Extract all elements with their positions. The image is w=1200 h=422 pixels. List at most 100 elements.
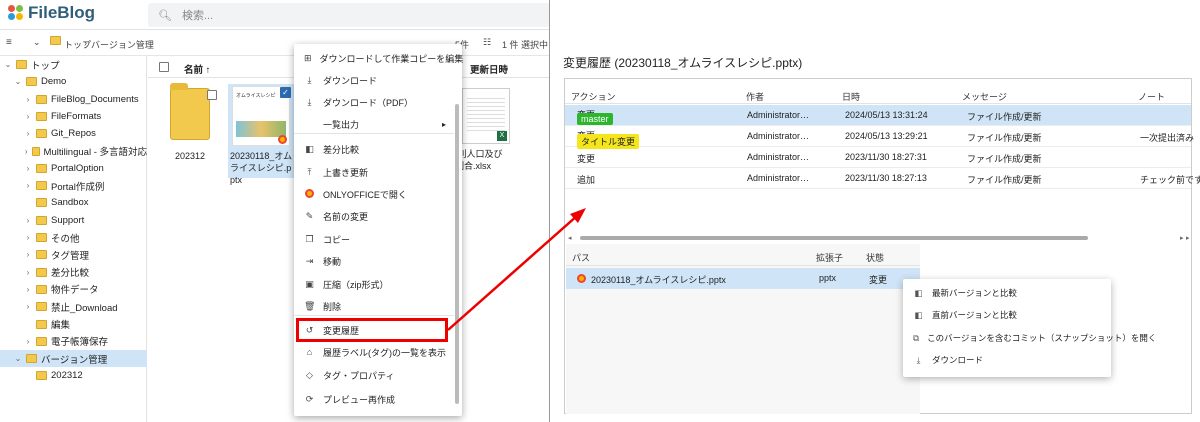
chevron-down-icon[interactable]: ⌄ bbox=[14, 77, 22, 86]
chevron-right-icon[interactable]: › bbox=[24, 129, 32, 138]
menu-item[interactable]: ❐ コピー bbox=[294, 228, 454, 250]
file-tile-xlsx[interactable]: X t別人口及び 割合.xlsx bbox=[455, 88, 518, 172]
select-all-checkbox[interactable] bbox=[159, 62, 169, 72]
col-path[interactable]: パス bbox=[572, 251, 590, 264]
chevron-right-icon[interactable]: › bbox=[24, 337, 32, 346]
col-action[interactable]: アクション bbox=[571, 90, 616, 103]
xlsx-thumbnail: X bbox=[462, 88, 510, 144]
tree-item[interactable]: › PortalOption bbox=[0, 160, 147, 177]
tree-item[interactable]: › Multilingual - 多言語対応 bbox=[0, 143, 147, 160]
chevron-down-icon[interactable]: ⌄ bbox=[33, 37, 41, 48]
file-tile-pptx[interactable]: オムライスレシピ ✓ 20230118_オムライスレシピ.pptx bbox=[228, 84, 294, 185]
history-menu-item[interactable]: ◧ 最新バージョンと比較 bbox=[903, 282, 1111, 304]
copy-icon: ❐ bbox=[305, 233, 314, 244]
col-ext[interactable]: 拡張子 bbox=[816, 251, 843, 264]
menu-item[interactable]: ◧ 差分比較 bbox=[294, 138, 454, 160]
menu-item[interactable]: ⊞ ダウンロードして作業コピーを編集 bbox=[294, 47, 463, 69]
compare-icon: ◧ bbox=[914, 309, 923, 320]
chevron-right-icon[interactable]: › bbox=[24, 95, 32, 104]
menu-item[interactable]: ⤓ ダウンロード bbox=[294, 69, 454, 91]
chevron-right-icon[interactable]: › bbox=[24, 302, 32, 311]
tree-item[interactable]: › タグ管理 bbox=[0, 246, 147, 263]
menu-item[interactable]: ⤓ ダウンロード（PDF） bbox=[294, 91, 454, 113]
tree-item-label: バージョン管理 bbox=[41, 354, 108, 366]
changed-file-row[interactable]: 20230118_オムライスレシピ.pptx pptx 変更 bbox=[566, 268, 920, 289]
menu-item[interactable]: 一覧出力 ▸ bbox=[294, 113, 454, 135]
menu-item[interactable]: ⌂ 履歴ラベル(タグ)の一覧を表示 bbox=[294, 341, 454, 363]
tree-item[interactable]: 編集 bbox=[0, 316, 147, 333]
tree-item[interactable]: › Support bbox=[0, 212, 147, 229]
menu-item[interactable]: ONLYOFFICEで開く bbox=[294, 183, 454, 205]
col-note[interactable]: ノート bbox=[1138, 90, 1165, 103]
chevron-right-icon[interactable]: › bbox=[24, 181, 32, 190]
tree-item[interactable]: Sandbox bbox=[0, 194, 147, 211]
tree-item[interactable]: › 差分比較 bbox=[0, 264, 147, 281]
chevron-right-icon[interactable]: › bbox=[24, 164, 32, 173]
search-box[interactable]: 🔍︎ 検索... bbox=[148, 3, 549, 27]
tree-item[interactable]: › FileBlog_Documents bbox=[0, 91, 147, 108]
history-table-header: アクション 作者 日時 メッセージ ノート bbox=[565, 86, 1191, 104]
chevron-right-icon[interactable]: › bbox=[24, 216, 32, 225]
history-author: Administrator… bbox=[747, 131, 810, 141]
folder-icon bbox=[170, 83, 210, 140]
tree-item[interactable]: ⌄ バージョン管理 bbox=[0, 350, 147, 368]
tile-checkbox[interactable] bbox=[207, 90, 217, 100]
history-menu-item[interactable]: ◧ 直前バージョンと比較 bbox=[903, 304, 1111, 326]
tree-item[interactable]: › Portal作成例 bbox=[0, 177, 147, 194]
history-menu-item[interactable]: ⤓ ダウンロード bbox=[903, 349, 1111, 371]
updated-column-header[interactable]: 更新日時 bbox=[470, 62, 508, 76]
compare-icon: ◧ bbox=[914, 287, 923, 298]
history-row[interactable]: 追加 Administrator… 2023/11/30 18:27:13 ファイル作… bbox=[565, 168, 1200, 189]
file-tile-folder[interactable]: 202312 bbox=[160, 83, 220, 162]
menu-item[interactable]: 🗑︎ 削除 bbox=[294, 295, 454, 317]
menu-item[interactable]: ◇ タグ・プロパティ bbox=[294, 364, 454, 386]
chevron-down-icon[interactable]: ⌄ bbox=[4, 60, 12, 69]
compare-icon: ◧ bbox=[305, 143, 314, 154]
chevron-right-icon[interactable]: › bbox=[24, 285, 32, 294]
col-state[interactable]: 状態 bbox=[866, 251, 884, 264]
tree-item[interactable]: › Git_Repos bbox=[0, 125, 147, 142]
menu-item[interactable]: ⇥ 移動 bbox=[294, 250, 454, 272]
list-view-icon[interactable]: ☷ bbox=[483, 37, 491, 48]
chevron-right-icon[interactable]: › bbox=[24, 250, 32, 259]
name-column-header[interactable]: 名前 ↑ bbox=[184, 62, 210, 76]
history-menu-item[interactable]: ⧉ このバージョンを含むコミット（スナップショット）を開く bbox=[903, 327, 1156, 349]
scroll-right-icon[interactable]: ▸ bbox=[1186, 234, 1190, 242]
menu-scrollbar[interactable] bbox=[455, 104, 459, 404]
chevron-right-icon[interactable]: › bbox=[24, 268, 32, 277]
tile-checkbox-checked[interactable]: ✓ bbox=[280, 87, 291, 98]
tree-item-label: PortalOption bbox=[51, 162, 104, 174]
sort-menu-icon[interactable]: ≡ bbox=[6, 37, 12, 48]
chevron-right-icon[interactable]: › bbox=[24, 112, 32, 121]
version-tag-badge: master bbox=[577, 113, 613, 125]
folder-icon bbox=[36, 233, 47, 242]
tree-item[interactable]: 202312 bbox=[0, 367, 147, 384]
horizontal-scrollbar[interactable]: ◂ ▸ bbox=[566, 234, 1190, 242]
breadcrumb-current[interactable]: バージョン管理 bbox=[91, 38, 154, 51]
tree-item[interactable]: ⌄ トップ bbox=[0, 56, 147, 73]
logo-dots-icon bbox=[8, 5, 24, 21]
chevron-right-icon[interactable]: › bbox=[24, 147, 28, 156]
col-message[interactable]: メッセージ bbox=[962, 90, 1007, 103]
history-row[interactable]: master 変更 Administrator… 2024/05/13 13:31:… bbox=[565, 105, 1191, 126]
history-action: 追加 bbox=[577, 175, 596, 185]
tree-item[interactable]: ⌄ Demo bbox=[0, 73, 147, 90]
download-icon: ⤓ bbox=[307, 74, 312, 85]
chevron-down-icon[interactable]: ⌄ bbox=[14, 354, 22, 363]
menu-item[interactable]: ⟳ プレビュー再作成 bbox=[294, 388, 454, 410]
tree-item[interactable]: › 物件データ bbox=[0, 281, 147, 298]
col-author[interactable]: 作者 bbox=[746, 90, 764, 103]
tree-item[interactable]: › その他 bbox=[0, 229, 147, 246]
history-row[interactable]: タイトル変更 変更 Administrator… 2024/05/13 13:29:… bbox=[565, 126, 1194, 149]
chevron-right-icon[interactable]: › bbox=[24, 233, 32, 242]
history-row[interactable]: 変更 Administrator… 2023/11/30 18:27:31 ファイル作… bbox=[565, 147, 1191, 168]
tree-item[interactable]: › 禁止_Download bbox=[0, 298, 147, 315]
search-input[interactable]: 検索... bbox=[182, 7, 213, 23]
menu-item[interactable]: ▣ 圧縮（zip形式） bbox=[294, 273, 454, 295]
col-date[interactable]: 日時 bbox=[842, 90, 860, 103]
menu-item[interactable]: ✎ 名前の変更 bbox=[294, 205, 454, 227]
menu-item[interactable]: ⤒ 上書き更新 bbox=[294, 161, 454, 183]
tree-item[interactable]: › 電子帳簿保存 bbox=[0, 333, 147, 350]
tree-item[interactable]: › FileFormats bbox=[0, 108, 147, 125]
onlyoffice-icon bbox=[278, 135, 287, 144]
